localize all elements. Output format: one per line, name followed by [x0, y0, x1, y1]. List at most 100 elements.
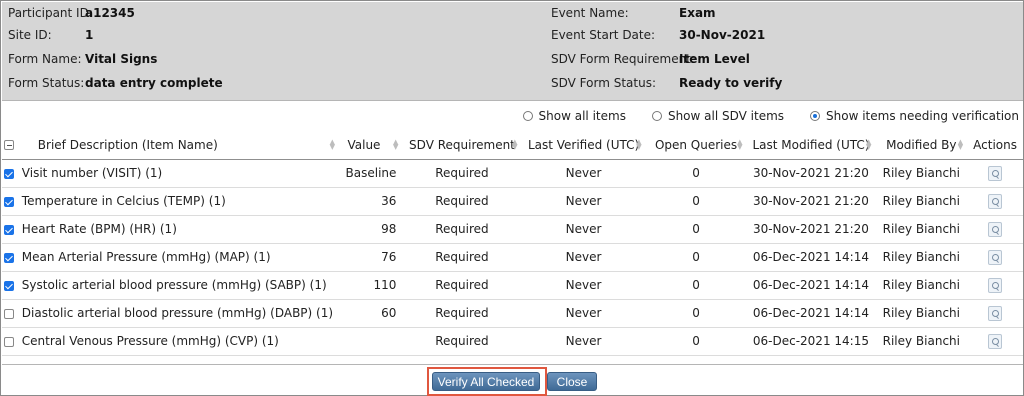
item-modified-by: Riley Bianchi: [875, 243, 968, 272]
column-header-last-modified[interactable]: Last Modified (UTC) ▲ ▼: [746, 131, 876, 160]
form-name-row: Form Name: Vital Signs: [8, 48, 508, 70]
dialog-footer: Verify All Checked Close: [2, 364, 1023, 396]
table-row: Central Venous Pressure (mmHg) (CVP) (1)…: [2, 327, 1023, 356]
view-item-icon[interactable]: [988, 165, 1003, 181]
row-checkbox[interactable]: [3, 196, 14, 207]
view-item-icon[interactable]: [988, 193, 1003, 209]
event-start-row: Event Start Date: 30-Nov-2021: [551, 24, 951, 46]
item-last-modified: 30-Nov-2021 21:20: [746, 215, 876, 244]
radio-show-all-sdv-items[interactable]: Show all SDV items: [651, 109, 784, 123]
item-modified-by: Riley Bianchi: [875, 299, 968, 328]
column-header-actions: Actions: [967, 131, 1023, 160]
form-status-row: Form Status: data entry complete: [8, 72, 508, 94]
radio-show-all-items-label: Show all items: [538, 109, 626, 123]
view-item-icon[interactable]: [988, 221, 1003, 237]
row-checkbox-cell: [2, 159, 16, 188]
view-item-icon[interactable]: [988, 277, 1003, 293]
item-sdv-requirement: Required: [402, 159, 522, 188]
radio-show-all-items[interactable]: Show all items: [522, 109, 626, 123]
row-checkbox[interactable]: [3, 308, 14, 319]
sort-icon: ▲ ▼: [957, 138, 964, 151]
row-checkbox[interactable]: [3, 336, 14, 347]
item-open-queries: 0: [645, 159, 747, 188]
item-last-modified: 06-Dec-2021 14:15: [746, 327, 876, 356]
radio-button-icon[interactable]: [522, 111, 533, 121]
item-description: Central Venous Pressure (mmHg) (CVP) (1): [15, 327, 340, 356]
item-open-queries: 0: [645, 327, 747, 356]
view-item-icon[interactable]: [988, 333, 1003, 349]
column-header-last-modified-label: Last Modified (UTC): [752, 137, 870, 152]
radio-button-selected-icon[interactable]: [810, 111, 821, 121]
table-row: Visit number (VISIT) (1) Baseline Required…: [2, 159, 1023, 188]
column-header-value[interactable]: Value ▲ ▼: [339, 131, 403, 160]
verify-button-highlight: Verify All Checked: [427, 367, 547, 396]
form-name-value: Vital Signs: [85, 52, 158, 66]
sdv-dialog: Participant ID: a12345 Site ID: 1 Form N…: [0, 0, 1024, 396]
item-last-verified: Never: [521, 271, 646, 300]
radio-button-icon[interactable]: [651, 111, 662, 121]
column-header-description[interactable]: Brief Description (Item Name) ▲ ▼: [15, 131, 340, 160]
table-row: Temperature in Celcius (TEMP) (1) 36 Requi…: [2, 187, 1023, 216]
form-name-label: Form Name:: [8, 52, 82, 66]
column-header-modified-by[interactable]: Modified By ▲ ▼: [875, 131, 968, 160]
event-name-label: Event Name:: [551, 6, 629, 20]
close-button[interactable]: Close: [547, 372, 597, 391]
select-all-checkbox[interactable]: [3, 140, 14, 151]
column-header-last-verified[interactable]: Last Verified (UTC) ▲ ▼: [521, 131, 646, 160]
event-start-value: 30-Nov-2021: [679, 28, 766, 42]
item-description: Mean Arterial Pressure (mmHg) (MAP) (1): [15, 243, 340, 272]
item-open-queries: 0: [645, 243, 747, 272]
item-last-verified: Never: [521, 299, 646, 328]
event-start-label: Event Start Date:: [551, 28, 656, 42]
column-header-open-queries[interactable]: Open Queries ▲ ▼: [645, 131, 747, 160]
sdv-status-row: SDV Form Status: Ready to verify: [551, 72, 951, 94]
item-description: Temperature in Celcius (TEMP) (1): [15, 187, 340, 216]
item-sdv-requirement: Required: [402, 187, 522, 216]
item-modified-by: Riley Bianchi: [875, 187, 968, 216]
item-last-verified: Never: [521, 215, 646, 244]
view-item-icon[interactable]: [988, 305, 1003, 321]
participant-id-label: Participant ID:: [8, 6, 93, 20]
item-open-queries: 0: [645, 215, 747, 244]
item-modified-by: Riley Bianchi: [875, 159, 968, 188]
sort-icon: ▲ ▼: [329, 138, 336, 151]
row-checkbox[interactable]: [3, 224, 14, 235]
row-checkbox[interactable]: [3, 168, 14, 179]
table-row: Mean Arterial Pressure (mmHg) (MAP) (1) 7…: [2, 243, 1023, 272]
item-description: Visit number (VISIT) (1): [15, 159, 340, 188]
item-actions: [967, 243, 1023, 272]
sdv-items-table: Brief Description (Item Name) ▲ ▼ Value ▲ ▼ …: [2, 131, 1023, 356]
site-id-value: 1: [85, 28, 94, 42]
row-checkbox[interactable]: [3, 252, 14, 263]
view-item-icon[interactable]: [988, 249, 1003, 265]
column-header-actions-label: Actions: [973, 137, 1017, 152]
column-header-sdv-requirement[interactable]: SDV Requirement ▲ ▼: [402, 131, 522, 160]
form-status-value: data entry complete: [85, 76, 223, 90]
radio-show-items-needing-verification[interactable]: Show items needing verification: [810, 109, 1019, 123]
item-open-queries: 0: [645, 271, 747, 300]
select-all-header[interactable]: [2, 131, 16, 160]
item-actions: [967, 299, 1023, 328]
item-value: 60: [339, 299, 403, 328]
table-row: Systolic arterial blood pressure (mmHg) …: [2, 271, 1023, 300]
item-value: 76: [339, 243, 403, 272]
item-modified-by: Riley Bianchi: [875, 271, 968, 300]
event-name-value: Exam: [679, 6, 716, 20]
item-description: Diastolic arterial blood pressure (mmHg)…: [15, 299, 340, 328]
column-header-modified-by-label: Modified By: [886, 137, 957, 152]
row-checkbox[interactable]: [3, 280, 14, 291]
column-header-open-queries-label: Open Queries: [654, 137, 738, 152]
item-open-queries: 0: [645, 299, 747, 328]
participant-id-row: Participant ID: a12345: [8, 2, 508, 24]
verify-all-checked-button[interactable]: Verify All Checked: [432, 372, 540, 391]
item-last-verified: Never: [521, 159, 646, 188]
form-status-label: Form Status:: [8, 76, 85, 90]
item-modified-by: Riley Bianchi: [875, 215, 968, 244]
item-sdv-requirement: Required: [402, 299, 522, 328]
row-checkbox-cell: [2, 327, 16, 356]
sdv-status-value: Ready to verify: [679, 76, 783, 90]
item-last-modified: 06-Dec-2021 14:14: [746, 243, 876, 272]
item-actions: [967, 215, 1023, 244]
sdv-status-label: SDV Form Status:: [551, 76, 656, 90]
item-last-modified: 06-Dec-2021 14:14: [746, 271, 876, 300]
